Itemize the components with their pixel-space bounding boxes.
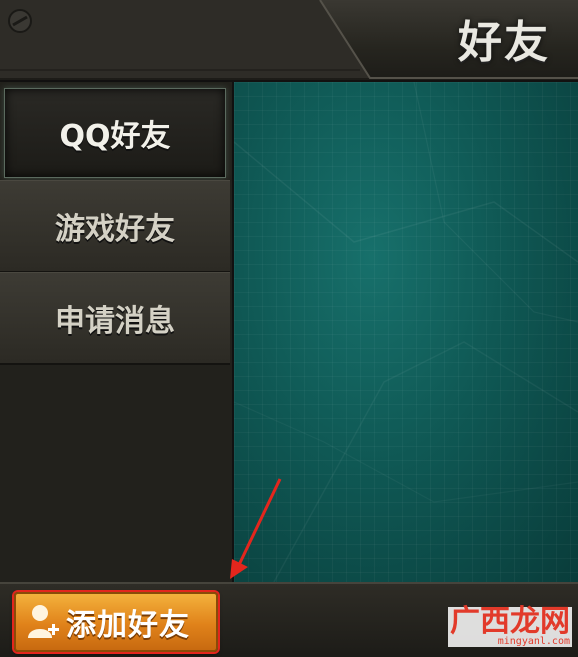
friends-window: 好友 QQ好友 游戏好友 申请消息 添加好友 广西龙网 mingyanl.com	[0, 0, 578, 657]
tab-requests[interactable]: 申请消息	[0, 272, 230, 365]
add-friend-label: 添加好友	[66, 608, 190, 643]
tab-requests-label: 申请消息	[55, 304, 175, 339]
add-friend-button[interactable]: 添加好友	[14, 592, 218, 652]
tab-qq-friends[interactable]: QQ好友	[4, 88, 226, 178]
sidebar: QQ好友 游戏好友 申请消息	[0, 82, 234, 582]
tab-qq-friends-label: QQ好友	[59, 119, 171, 154]
annotation-arrow-icon	[230, 478, 282, 579]
tab-game-friends[interactable]: 游戏好友	[0, 180, 230, 273]
header-bar: 好友	[0, 0, 578, 82]
watermark-logo: 广西龙网	[448, 604, 572, 639]
page-title: 好友	[458, 17, 550, 68]
tab-game-friends-label: 游戏好友	[55, 212, 175, 247]
add-user-icon	[28, 605, 59, 638]
watermark: 广西龙网 mingyanl.com	[448, 607, 572, 647]
screw-icon	[8, 9, 32, 33]
